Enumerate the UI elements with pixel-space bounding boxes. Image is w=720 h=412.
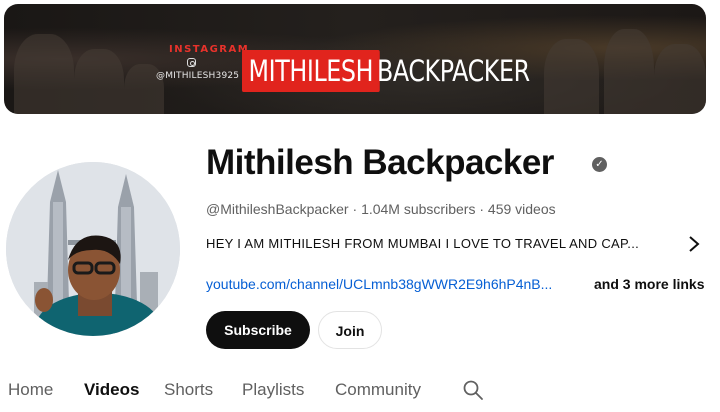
meta-separator: ·	[352, 201, 358, 217]
verified-check-icon: ✓	[592, 157, 607, 172]
join-button[interactable]: Join	[318, 311, 382, 349]
tab-playlists[interactable]: Playlists	[242, 380, 304, 400]
tab-home[interactable]: Home	[8, 380, 53, 400]
tab-shorts[interactable]: Shorts	[164, 380, 213, 400]
avatar-photo	[6, 162, 180, 336]
channel-meta: @MithileshBackpacker · 1.04M subscribers…	[206, 201, 556, 217]
meta-separator: ·	[479, 201, 485, 217]
channel-link[interactable]: youtube.com/channel/UCLmnb38gWWR2E9h6hP4…	[206, 276, 552, 292]
tab-videos[interactable]: Videos	[84, 380, 139, 400]
subscriber-count: 1.04M subscribers	[361, 201, 476, 217]
instagram-label: INSTAGRAM	[169, 44, 250, 55]
chevron-right-icon[interactable]	[687, 234, 701, 254]
banner-brand-red: MITHILESH	[242, 50, 380, 92]
banner-brand-white: BACKPACKER	[377, 54, 530, 88]
channel-name: Mithilesh Backpacker	[206, 143, 554, 182]
channel-handle: @MithileshBackpacker	[206, 201, 349, 217]
video-count: 459 videos	[487, 201, 556, 217]
instagram-icon	[187, 58, 196, 67]
search-icon[interactable]	[461, 378, 485, 402]
channel-avatar[interactable]	[6, 162, 180, 336]
subscribe-button[interactable]: Subscribe	[206, 311, 310, 349]
channel-banner: INSTAGRAM @MITHILESH3925 MITHILESH BACKP…	[4, 4, 706, 114]
channel-description[interactable]: HEY I AM MITHILESH FROM MUMBAI I LOVE TO…	[206, 236, 639, 251]
more-links-button[interactable]: and 3 more links	[594, 276, 704, 292]
tab-community[interactable]: Community	[335, 380, 421, 400]
instagram-handle: @MITHILESH3925	[156, 71, 240, 81]
